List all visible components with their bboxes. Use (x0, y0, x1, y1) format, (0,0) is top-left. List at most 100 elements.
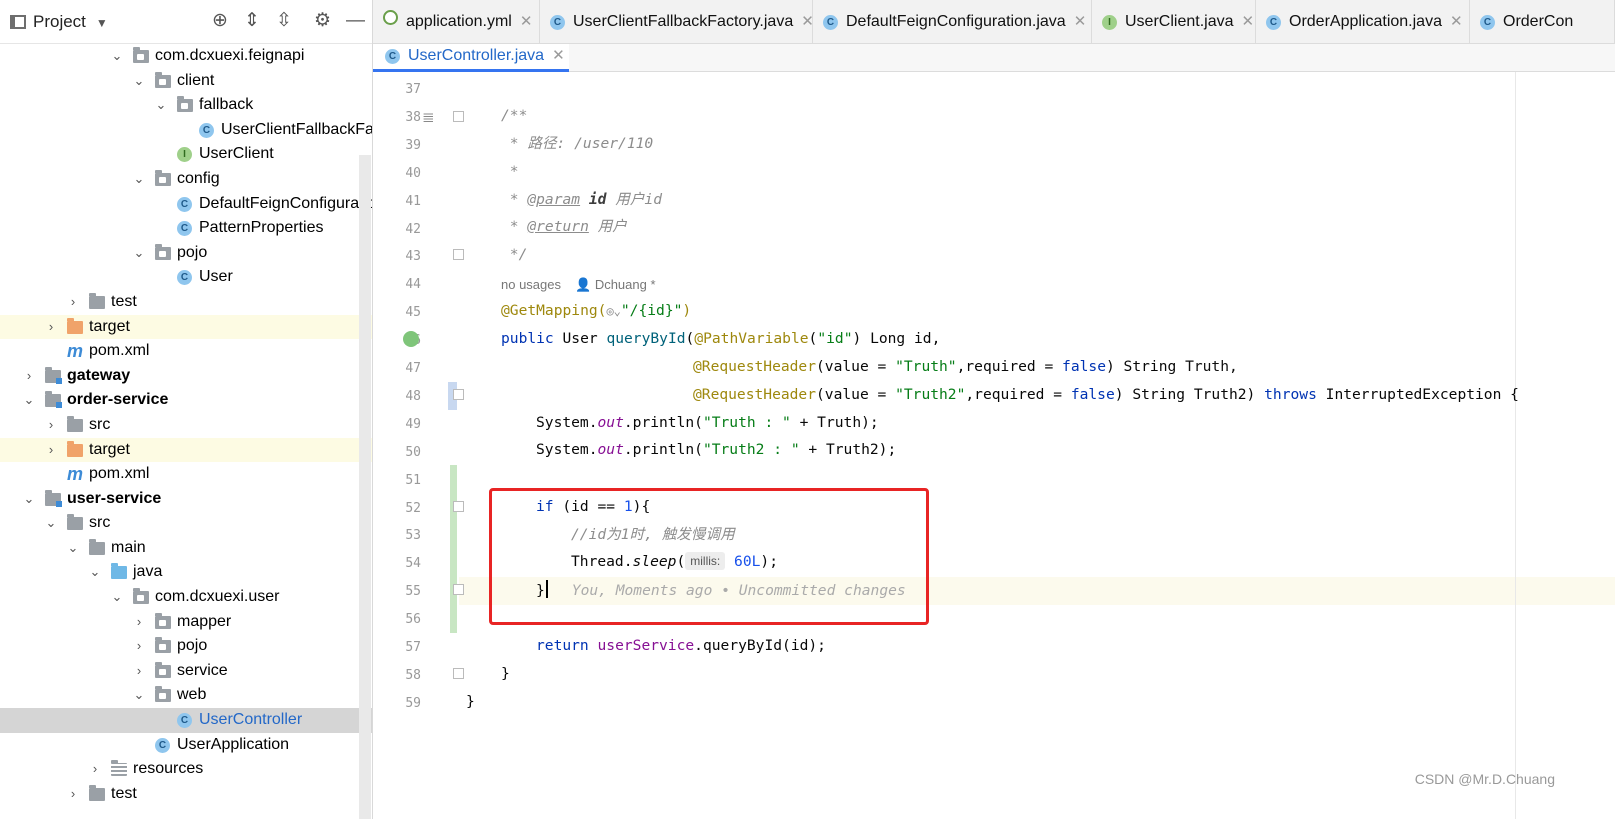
globe-icon[interactable]: ◎⌄ (606, 304, 620, 318)
tree-item[interactable]: ⌄ client (0, 69, 372, 94)
tree-item[interactable]: › service (0, 659, 372, 684)
chevron-right-icon[interactable]: › (66, 782, 80, 807)
editor-tab[interactable]: application.yml ✕ (373, 0, 540, 43)
project-view-selector[interactable]: Project ▼ (10, 12, 108, 32)
tree-item[interactable]: ⌄ config (0, 167, 372, 192)
chevron-right-icon[interactable]: › (88, 757, 102, 782)
class-icon: C (550, 15, 565, 30)
chevron-down-icon[interactable]: ⌄ (132, 683, 146, 708)
chevron-down-icon[interactable]: ⌄ (154, 93, 168, 118)
tree-item[interactable]: › resources (0, 757, 372, 782)
chevron-right-icon[interactable]: › (44, 438, 58, 463)
chevron-down-icon[interactable]: ⌄ (132, 167, 146, 192)
tree-item[interactable]: C PatternProperties (0, 216, 372, 241)
code-line-48: System.out.println("Truth : " + Truth); (536, 414, 879, 431)
tree-item[interactable]: C User (0, 265, 372, 290)
tree-item[interactable]: › src (0, 413, 372, 438)
chevron-down-icon[interactable]: ⌄ (66, 536, 80, 561)
gear-icon[interactable]: ⚙ (314, 10, 331, 32)
class-icon: C (1480, 15, 1495, 30)
editor-tab[interactable]: C UserClientFallbackFactory.java ✕ (540, 0, 814, 43)
chevron-down-icon[interactable]: ⌄ (22, 487, 36, 512)
chevron-down-icon[interactable]: ⌄ (110, 44, 124, 69)
editor-tab[interactable]: C OrderCon (1470, 0, 1615, 43)
chevron-down-icon[interactable]: ⌄ (44, 511, 58, 536)
tree-item[interactable]: › target (0, 314, 372, 340)
tree-item[interactable]: › test (0, 782, 372, 807)
tree-item-label: test (111, 292, 137, 310)
tree-item[interactable]: › target (0, 437, 372, 463)
tree-item[interactable]: ⌄ fallback (0, 93, 372, 118)
tree-item[interactable]: ⌄ com.dcxuexi.feignapi (0, 44, 372, 69)
line-number: 50 (405, 444, 421, 460)
tree-item[interactable]: › gateway (0, 364, 372, 389)
tree-item[interactable]: C DefaultFeignConfiguratio (0, 192, 372, 217)
usages-hint[interactable]: no usages (501, 277, 561, 292)
hide-icon[interactable]: — (346, 10, 365, 32)
editor-tab[interactable]: C DefaultFeignConfiguration.java ✕ (813, 0, 1092, 43)
close-icon[interactable]: ✕ (1450, 13, 1463, 30)
excluded-folder-icon (67, 440, 83, 457)
tree-item[interactable]: I UserClient (0, 142, 372, 167)
chevron-right-icon[interactable]: › (132, 610, 146, 635)
expand-all-icon[interactable]: ⇕ (244, 10, 260, 32)
close-icon[interactable]: ✕ (1241, 13, 1254, 30)
chevron-right-icon[interactable]: › (44, 413, 58, 438)
fold-icon[interactable] (453, 111, 464, 122)
tree-item[interactable]: › test (0, 290, 372, 315)
tree-item[interactable]: ⌄ pojo (0, 241, 372, 266)
code-vision[interactable]: no usages 👤 Dchuang * (501, 277, 656, 293)
tab-user-controller[interactable]: C UserController.java ✕ (373, 44, 569, 72)
fold-icon[interactable] (453, 501, 464, 512)
chevron-down-icon[interactable]: ⌄ (132, 241, 146, 266)
editor-tab[interactable]: C OrderApplication.java ✕ (1256, 0, 1470, 43)
close-icon[interactable]: ✕ (1074, 13, 1087, 30)
line-number: 48 (405, 388, 421, 404)
chevron-right-icon[interactable]: › (66, 290, 80, 315)
tree-item[interactable]: C UserClientFallbackFac (0, 118, 372, 143)
chevron-right-icon[interactable]: › (132, 659, 146, 684)
tree-item[interactable]: ⌄ order-service (0, 388, 372, 413)
tree-item-label: test (111, 784, 137, 802)
locate-icon[interactable]: ⊕ (212, 10, 228, 32)
tree-item[interactable]: ⌄ src (0, 511, 372, 536)
tree-item[interactable]: m pom.xml (0, 462, 372, 487)
spring-endpoint-icon[interactable] (403, 331, 419, 347)
tree-scrollbar[interactable] (359, 155, 371, 819)
tree-item[interactable]: ⌄ com.dcxuexi.user (0, 585, 372, 610)
editor-tab[interactable]: I UserClient.java ✕ (1092, 0, 1256, 43)
fold-icon[interactable] (453, 389, 464, 400)
collapse-all-icon[interactable]: ⇳ (276, 10, 292, 32)
tree-item[interactable]: C UserController (0, 708, 372, 733)
excluded-folder-icon (67, 317, 83, 334)
fold-icon[interactable] (453, 249, 464, 260)
tree-item[interactable]: ⌄ java (0, 560, 372, 585)
chevron-down-icon[interactable]: ⌄ (88, 560, 102, 585)
tree-item[interactable]: ⌄ web (0, 683, 372, 708)
chevron-down-icon[interactable]: ⌄ (22, 388, 36, 413)
chevron-down-icon[interactable]: ⌄ (132, 69, 146, 94)
tree-item-label: target (89, 317, 130, 335)
fold-icon[interactable] (453, 668, 464, 679)
chevron-right-icon[interactable]: › (22, 364, 36, 389)
tree-item[interactable]: C UserApplication (0, 733, 372, 758)
author-hint[interactable]: Dchuang * (595, 277, 656, 292)
line-number: 38 (405, 109, 421, 125)
close-icon[interactable]: ✕ (801, 13, 814, 30)
doc-render-icon[interactable]: ≣ (422, 108, 435, 126)
class-icon: C (1266, 15, 1281, 30)
fold-icon[interactable] (453, 584, 464, 595)
change-marker[interactable] (450, 465, 457, 633)
chevron-right-icon[interactable]: › (132, 634, 146, 659)
tree-item[interactable]: m pom.xml (0, 339, 372, 364)
close-icon[interactable]: ✕ (520, 13, 533, 30)
line-number: 59 (405, 695, 421, 711)
tree-item[interactable]: ⌄ user-service (0, 487, 372, 512)
tree-item[interactable]: ⌄ main (0, 536, 372, 561)
close-icon[interactable]: ✕ (552, 47, 565, 64)
chevron-right-icon[interactable]: › (44, 315, 58, 340)
tree-item[interactable]: › mapper (0, 610, 372, 635)
tab-label: UserClient.java (1125, 13, 1234, 30)
tree-item[interactable]: › pojo (0, 634, 372, 659)
chevron-down-icon[interactable]: ⌄ (110, 585, 124, 610)
